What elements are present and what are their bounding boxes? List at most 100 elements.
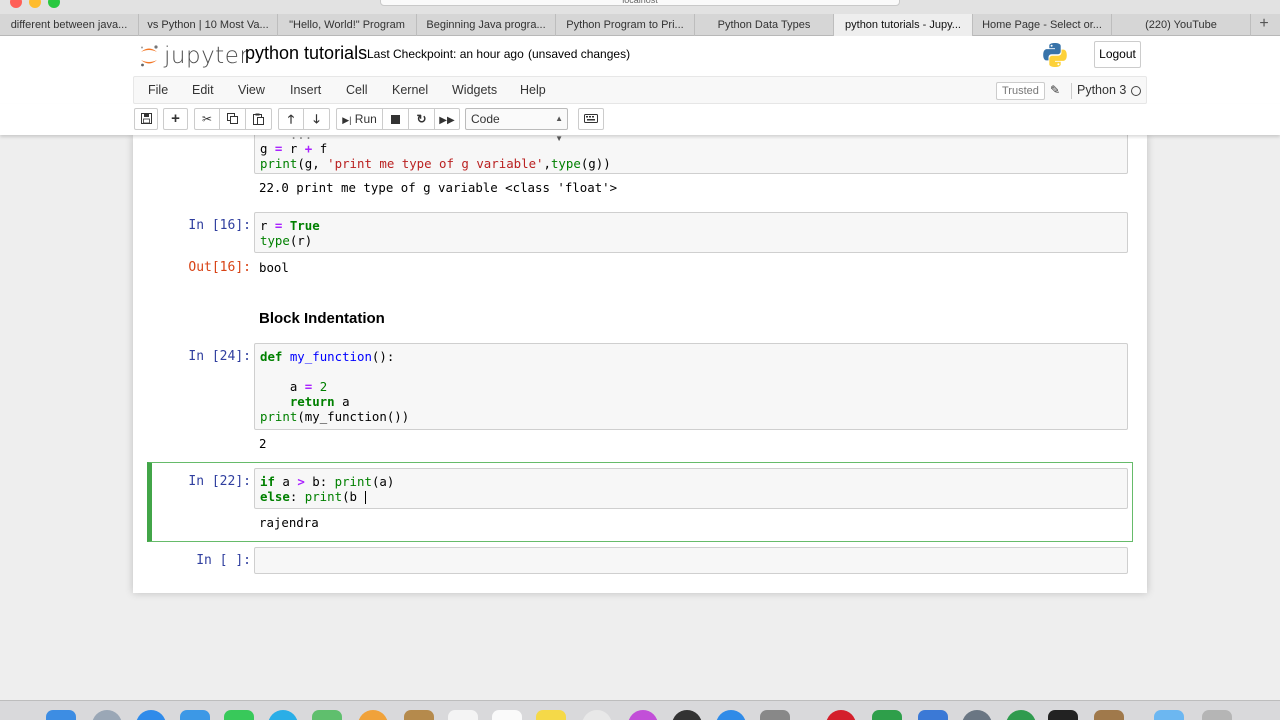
menubar: File Edit View Insert Cell Kernel Widget… [133, 76, 1147, 104]
paste-cell-button[interactable] [246, 108, 272, 130]
code-line: r = True [260, 218, 320, 233]
fast-forward-icon: ▶▶ [439, 115, 455, 126]
circle-icon [1131, 86, 1141, 96]
menu-help[interactable]: Help [520, 83, 546, 97]
interrupt-kernel-button[interactable] [383, 108, 409, 130]
menubar-container: File Edit View Insert Cell Kernel Widget… [0, 76, 1280, 104]
browser-tab[interactable]: Python Data Types [695, 14, 834, 36]
stop-icon [391, 115, 400, 124]
browser-tab[interactable]: "Hello, World!" Program [278, 14, 417, 36]
calendar-icon[interactable] [448, 710, 478, 720]
system-preferences-icon[interactable] [760, 710, 790, 720]
launchpad-icon[interactable] [92, 710, 122, 720]
copy-cell-button[interactable] [220, 108, 246, 130]
browser-tab[interactable]: (220) YouTube [1112, 14, 1251, 36]
trash-icon[interactable] [1202, 710, 1232, 720]
safari-icon[interactable] [136, 710, 166, 720]
jupyter-logo-text: jupyter [164, 43, 250, 69]
browser-tab[interactable]: Python Program to Pri... [556, 14, 695, 36]
paste-icon [253, 113, 264, 125]
code-cell-input[interactable]: r = True type(r) [254, 212, 1128, 253]
maps-icon[interactable] [312, 710, 342, 720]
mail-icon[interactable] [180, 710, 210, 720]
globe-icon[interactable] [1006, 710, 1036, 720]
browser-tab-strip: different between java... vs Python | 10… [0, 14, 1280, 36]
address-bar[interactable]: localhost [380, 0, 900, 6]
opera-icon[interactable] [826, 710, 856, 720]
menu-kernel[interactable]: Kernel [392, 83, 428, 97]
code-cell-input-active[interactable]: if a > b: print(a) else: print(b [254, 468, 1128, 509]
unsaved-changes-indicator: (unsaved changes) [528, 47, 631, 61]
menu-cell[interactable]: Cell [346, 83, 368, 97]
notebook-name[interactable]: python tutorials [245, 43, 367, 64]
caret-updown-icon: ▲ ▼ [555, 114, 563, 143]
code-line: return a [260, 394, 350, 409]
stickies-icon[interactable] [536, 710, 566, 720]
menu-widgets[interactable]: Widgets [452, 83, 497, 97]
ibooks-icon[interactable] [672, 710, 702, 720]
itunes-icon[interactable] [628, 710, 658, 720]
logout-button[interactable]: Logout [1094, 41, 1141, 68]
code-cell-input[interactable] [254, 547, 1128, 574]
menu-insert[interactable]: Insert [290, 83, 321, 97]
arrow-up-icon: 🡑 [287, 112, 295, 126]
command-palette-button[interactable] [578, 108, 604, 130]
close-window-button[interactable] [10, 0, 22, 8]
pencil-icon[interactable]: ✎ [1050, 83, 1060, 97]
new-tab-button[interactable]: + [1251, 14, 1277, 36]
move-cell-down-button[interactable]: 🡓 [304, 108, 330, 130]
code-cell-input[interactable]: ... g = r + f print(g, 'print me type of… [254, 135, 1128, 174]
browser-tab-active[interactable]: python tutorials - Jupy... [834, 14, 973, 36]
jupyter-logo[interactable]: jupyter [138, 42, 249, 70]
browser-tab[interactable]: Beginning Java progra... [417, 14, 556, 36]
step-forward-icon: ▶| [342, 115, 352, 125]
facetime-icon[interactable] [268, 710, 298, 720]
cell-type-value: Code [471, 112, 500, 126]
insert-cell-button[interactable]: + [163, 108, 188, 130]
save-button[interactable] [134, 108, 158, 130]
run-button-label: Run [354, 112, 377, 126]
numbers-icon[interactable] [872, 710, 902, 720]
python-logo-icon [1042, 42, 1068, 68]
zoom-window-button[interactable] [48, 0, 60, 8]
cell-type-select[interactable]: Code ▲ ▼ [465, 108, 568, 143]
code-line: a = 2 [260, 379, 328, 394]
code-cell-input[interactable]: def my_function(): a = 2 return a print(… [254, 343, 1128, 430]
input-prompt: In [24]: [188, 349, 251, 364]
reminders-icon[interactable] [492, 710, 522, 720]
terminal-icon[interactable] [1048, 710, 1078, 720]
minimize-window-button[interactable] [29, 0, 41, 8]
move-cell-up-button[interactable]: 🡑 [278, 108, 304, 130]
markdown-heading[interactable]: Block Indentation [259, 310, 385, 327]
menubar-divider [1071, 83, 1072, 99]
menu-view[interactable]: View [238, 83, 265, 97]
messages-icon[interactable] [224, 710, 254, 720]
browser-tab[interactable]: Home Page - Select or... [973, 14, 1112, 36]
code-line: if a > b: print(a) [260, 474, 395, 489]
restart-run-all-button[interactable]: ▶▶ [435, 108, 460, 130]
jupyter-logo-icon [138, 44, 160, 68]
finder-icon[interactable] [46, 710, 76, 720]
arrow-down-icon: 🡓 [313, 112, 320, 126]
chrome-icon[interactable] [962, 710, 992, 720]
menu-file[interactable]: File [148, 83, 168, 97]
run-button[interactable]: ▶| Run [336, 108, 383, 130]
copy-icon [227, 113, 238, 124]
browser-tab[interactable]: vs Python | 10 Most Va... [139, 14, 278, 36]
plus-icon: + [171, 110, 180, 127]
app-store-icon[interactable] [716, 710, 746, 720]
output-prompt: Out[16]: [188, 260, 251, 275]
notes-icon[interactable] [404, 710, 434, 720]
cut-cell-button[interactable]: ✂ [194, 108, 220, 130]
browser-tab[interactable]: different between java... [0, 14, 139, 36]
restart-kernel-button[interactable]: ↻ [409, 108, 435, 130]
scissors-icon: ✂ [201, 112, 213, 126]
folder-icon[interactable] [1154, 710, 1184, 720]
menu-edit[interactable]: Edit [192, 83, 214, 97]
notebook-site[interactable]: ... g = r + f print(g, 'print me type of… [0, 135, 1280, 700]
keynote-icon[interactable] [918, 710, 948, 720]
trusted-indicator[interactable]: Trusted [996, 82, 1045, 100]
photo-booth-icon[interactable] [582, 710, 612, 720]
photos-icon[interactable] [358, 710, 388, 720]
preview-icon[interactable] [1094, 710, 1124, 720]
